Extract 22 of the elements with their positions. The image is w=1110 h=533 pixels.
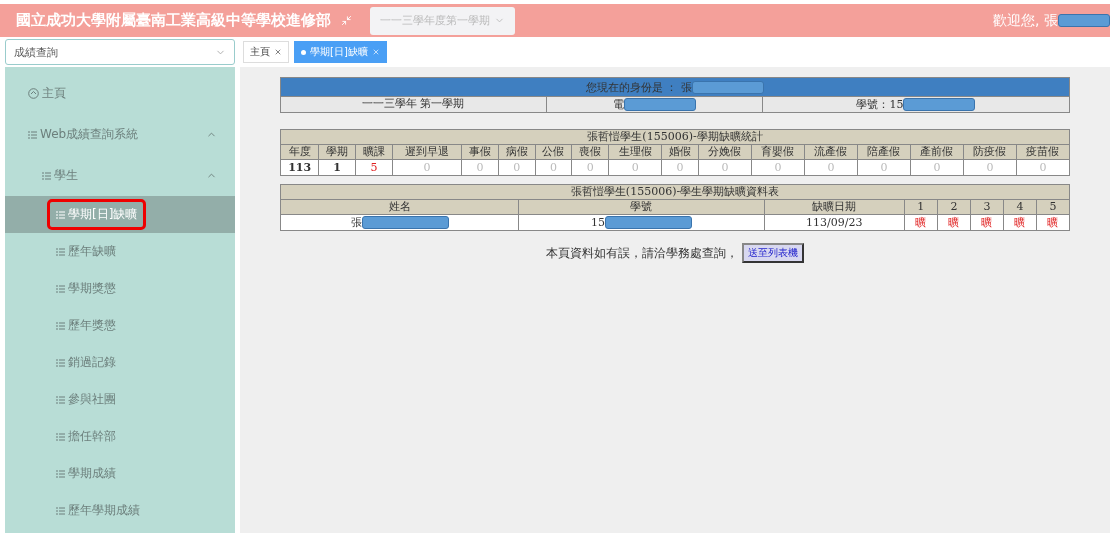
sidebar-item[interactable]: 學期成績: [5, 455, 235, 492]
page-tab[interactable]: 學期[日]缺曠: [294, 41, 387, 63]
note-text: 本頁資料如有誤，請洽學務處查詢，: [546, 244, 738, 262]
school-title: 國立成功大學附屬臺南工業高級中等學校進修部: [16, 11, 331, 30]
sidebar-item[interactable]: 擔任幹部: [5, 418, 235, 455]
sidebar-item[interactable]: 學生: [5, 155, 235, 196]
print-button[interactable]: 送至列表機: [742, 243, 804, 264]
identity-title: 您現在的身份是 ： 張: [280, 77, 1070, 97]
welcome-text: 歡迎您, 張: [993, 11, 1058, 30]
page-tab[interactable]: 主頁: [243, 41, 289, 63]
sidebar-item[interactable]: 參與社團: [5, 381, 235, 418]
table-title: 張哲愷學生(155006)-學期缺曠統計: [280, 129, 1070, 145]
table-title: 張哲愷學生(155006)-學生學期缺曠資料表: [280, 184, 1070, 200]
sidebar-item[interactable]: 歷年缺曠: [5, 233, 235, 270]
sidebar-item[interactable]: 銷過記錄: [5, 344, 235, 381]
sidebar-item[interactable]: 學期獎懲: [5, 270, 235, 307]
sidebar-item[interactable]: 歷年獎懲: [5, 307, 235, 344]
sidebar-item[interactable]: 學期[日]缺曠: [5, 196, 235, 233]
module-select[interactable]: 成績查詢: [5, 39, 235, 65]
sidebar-item[interactable]: 主頁: [5, 73, 235, 114]
sidebar-item[interactable]: 歷年學期成績: [5, 492, 235, 529]
sidebar-item[interactable]: Web成績查詢系統: [5, 114, 235, 155]
